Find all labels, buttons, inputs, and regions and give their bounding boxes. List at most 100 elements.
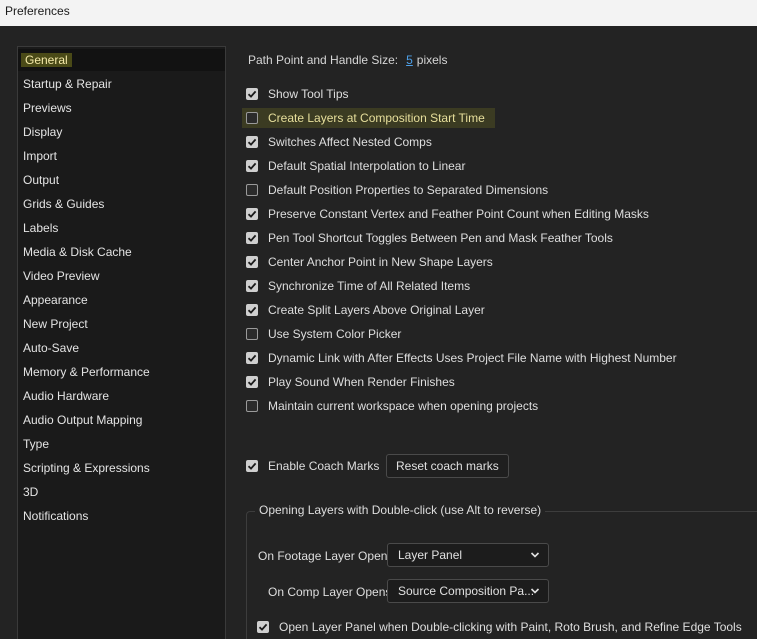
option-center-anchor-point[interactable]: Center Anchor Point in New Shape Layers — [246, 252, 493, 272]
sidebar-item-label: Media & Disk Cache — [23, 245, 132, 259]
checkbox[interactable] — [246, 280, 258, 292]
checkbox[interactable] — [246, 376, 258, 388]
sidebar-item-label: Auto-Save — [23, 341, 80, 355]
footage-layer-value: Layer Panel — [398, 548, 463, 562]
checkbox[interactable] — [246, 304, 258, 316]
option-label: Create Split Layers Above Original Layer — [268, 303, 485, 317]
path-point-size-label: Path Point and Handle Size: — [248, 53, 399, 67]
sidebar-item-audio-output-mapping[interactable]: Audio Output Mapping — [18, 409, 225, 431]
sidebar-item-label: Previews — [23, 101, 72, 115]
comp-layer-select[interactable]: Source Composition Pa... — [387, 579, 549, 603]
sidebar-item-label: Video Preview — [23, 269, 100, 283]
sidebar-item-label: Grids & Guides — [23, 197, 105, 211]
footage-layer-label: On Footage Layer Opens: — [258, 549, 397, 563]
sidebar-item-label: Import — [23, 149, 58, 163]
sidebar-item-memory-performance[interactable]: Memory & Performance — [18, 361, 225, 383]
general-settings-panel: Path Point and Handle Size: 5 pixels Sho… — [226, 26, 757, 639]
sidebar-item-label: Display — [23, 125, 63, 139]
comp-layer-label: On Comp Layer Opens: — [268, 585, 395, 599]
sidebar-item-display[interactable]: Display — [18, 121, 225, 143]
chevron-down-icon — [530, 588, 540, 594]
checkbox[interactable] — [257, 621, 269, 633]
footage-layer-select[interactable]: Layer Panel — [387, 543, 549, 567]
checkbox[interactable] — [246, 136, 258, 148]
checkmark-icon — [247, 234, 257, 242]
checkbox[interactable] — [246, 328, 258, 340]
sidebar-item-label: Audio Output Mapping — [23, 413, 143, 427]
option-show-tool-tips[interactable]: Show Tool Tips — [246, 84, 349, 104]
sidebar-item-label: Appearance — [23, 293, 88, 307]
sidebar-item-general[interactable]: General — [18, 49, 225, 71]
option-label: Enable Coach Marks — [268, 459, 380, 473]
option-label: Center Anchor Point in New Shape Layers — [268, 255, 493, 269]
option-spatial-interpolation-linear[interactable]: Default Spatial Interpolation to Linear — [246, 156, 465, 176]
checkmark-icon — [247, 306, 257, 314]
sidebar-item-type[interactable]: Type — [18, 433, 225, 455]
path-point-size-unit: pixels — [416, 53, 448, 67]
reset-coach-marks-button[interactable]: Reset coach marks — [386, 454, 509, 478]
checkmark-icon — [258, 623, 268, 631]
checkbox[interactable] — [246, 256, 258, 268]
option-split-layers-above[interactable]: Create Split Layers Above Original Layer — [246, 300, 485, 320]
window-title: Preferences — [0, 0, 757, 26]
option-enable-coach-marks[interactable]: Enable Coach Marks — [246, 456, 379, 476]
checkmark-icon — [247, 210, 257, 218]
sidebar-item-grids-guides[interactable]: Grids & Guides — [18, 193, 225, 215]
option-separated-dimensions[interactable]: Default Position Properties to Separated… — [246, 180, 548, 200]
option-open-layer-panel[interactable]: Open Layer Panel when Double-clicking wi… — [257, 617, 742, 637]
sidebar-item-audio-hardware[interactable]: Audio Hardware — [18, 385, 225, 407]
sidebar-item-label: 3D — [23, 485, 39, 499]
option-label: Maintain current workspace when opening … — [268, 399, 539, 413]
comp-layer-value: Source Composition Pa... — [398, 584, 535, 598]
option-label: Dynamic Link with After Effects Uses Pro… — [268, 351, 677, 365]
option-label: Switches Affect Nested Comps — [268, 135, 432, 149]
sidebar-item-scripting-expressions[interactable]: Scripting & Expressions — [18, 457, 225, 479]
checkbox[interactable] — [246, 112, 258, 124]
sidebar-item-label: Audio Hardware — [23, 389, 110, 403]
option-label: Default Position Properties to Separated… — [268, 183, 549, 197]
sidebar-item-notifications[interactable]: Notifications — [18, 505, 225, 527]
sidebar-item-label: Notifications — [23, 509, 89, 523]
sidebar-item-label: Startup & Repair — [23, 77, 112, 91]
option-dynamic-link-filename[interactable]: Dynamic Link with After Effects Uses Pro… — [246, 348, 677, 368]
option-pen-tool-shortcut[interactable]: Pen Tool Shortcut Toggles Between Pen an… — [246, 228, 613, 248]
option-system-color-picker[interactable]: Use System Color Picker — [246, 324, 401, 344]
sidebar-item-label: Labels — [23, 221, 59, 235]
option-label: Create Layers at Composition Start Time — [268, 111, 485, 125]
option-label: Preserve Constant Vertex and Feather Poi… — [268, 207, 649, 221]
sidebar-item-startup-repair[interactable]: Startup & Repair — [18, 73, 225, 95]
checkbox[interactable] — [246, 460, 258, 472]
checkbox[interactable] — [246, 184, 258, 196]
checkbox[interactable] — [246, 400, 258, 412]
sidebar-item-auto-save[interactable]: Auto-Save — [18, 337, 225, 359]
checkbox[interactable] — [246, 208, 258, 220]
option-label: Show Tool Tips — [268, 87, 349, 101]
option-preserve-vertex-count[interactable]: Preserve Constant Vertex and Feather Poi… — [246, 204, 649, 224]
sidebar-item-3d[interactable]: 3D — [18, 481, 225, 503]
sidebar-item-video-preview[interactable]: Video Preview — [18, 265, 225, 287]
sidebar-item-output[interactable]: Output — [18, 169, 225, 191]
option-label: Play Sound When Render Finishes — [268, 375, 455, 389]
sidebar-item-media-disk-cache[interactable]: Media & Disk Cache — [18, 241, 225, 263]
sidebar-item-previews[interactable]: Previews — [18, 97, 225, 119]
option-maintain-workspace[interactable]: Maintain current workspace when opening … — [246, 396, 538, 416]
sidebar-item-label: Scripting & Expressions — [23, 461, 150, 475]
checkmark-icon — [247, 354, 257, 362]
path-point-size-value[interactable]: 5 — [406, 53, 413, 67]
checkmark-icon — [247, 162, 257, 170]
option-switches-affect-nested[interactable]: Switches Affect Nested Comps — [246, 132, 432, 152]
checkbox[interactable] — [246, 232, 258, 244]
checkmark-icon — [247, 378, 257, 386]
sidebar-item-appearance[interactable]: Appearance — [18, 289, 225, 311]
option-synchronize-time[interactable]: Synchronize Time of All Related Items — [246, 276, 470, 296]
checkbox[interactable] — [246, 352, 258, 364]
checkbox[interactable] — [246, 160, 258, 172]
checkbox[interactable] — [246, 88, 258, 100]
option-create-layers-at-start[interactable]: Create Layers at Composition Start Time — [242, 108, 495, 128]
sidebar-item-labels[interactable]: Labels — [18, 217, 225, 239]
option-label: Open Layer Panel when Double-clicking wi… — [279, 620, 742, 634]
sidebar-item-new-project[interactable]: New Project — [18, 313, 225, 335]
chevron-down-icon — [530, 552, 540, 558]
option-play-sound[interactable]: Play Sound When Render Finishes — [246, 372, 455, 392]
sidebar-item-import[interactable]: Import — [18, 145, 225, 167]
